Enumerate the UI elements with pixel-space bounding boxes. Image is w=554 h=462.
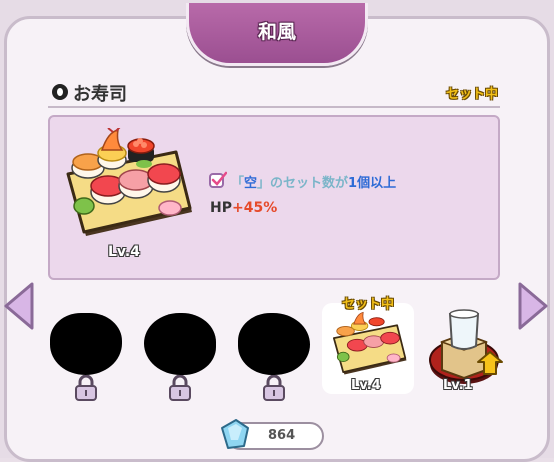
- condition-key: 空: [244, 176, 258, 191]
- arrow-right-icon[interactable]: [516, 282, 550, 330]
- screen: 和風 お寿司 セット中 Lv.4 「空」のセット数が1個以上 HP+45% セッ…: [0, 0, 554, 462]
- arrow-left-icon[interactable]: [2, 282, 36, 330]
- title-tab: 和風: [186, 3, 368, 66]
- bonus-value: +45%: [231, 200, 278, 216]
- active-set-label: セット中: [341, 297, 394, 312]
- bonus-label: HP: [210, 200, 232, 216]
- locked-item-slot[interactable]: [232, 303, 318, 401]
- condition-mid: 」のセット数が: [257, 176, 349, 191]
- gem-count: 864: [268, 428, 296, 443]
- lock-icon: [75, 375, 97, 401]
- silhouette: [238, 313, 310, 375]
- condition-open: 「: [231, 176, 245, 191]
- gem-icon: [221, 419, 249, 449]
- silhouette: [50, 313, 122, 375]
- section-title: お寿司: [73, 84, 127, 105]
- sushi-platter-icon: [66, 128, 192, 236]
- available-item-level: Lv.1: [443, 378, 473, 393]
- condition-count: 1個以上: [348, 176, 397, 191]
- locked-item-slot[interactable]: [138, 303, 224, 401]
- sushi-platter-small-icon: [332, 311, 407, 375]
- set-condition: 「空」のセット数が1個以上: [231, 172, 396, 191]
- active-item-level: Lv.4: [351, 378, 381, 393]
- set-status-badge: セット中: [445, 87, 498, 102]
- page-title: 和風: [257, 21, 296, 43]
- silhouette: [144, 313, 216, 375]
- check-icon: [209, 171, 227, 188]
- lock-icon: [169, 375, 191, 401]
- item-level: Lv.4: [108, 244, 140, 260]
- section-divider: [48, 106, 500, 108]
- locked-item-slot[interactable]: [44, 303, 130, 401]
- lock-icon: [263, 375, 285, 401]
- category-icon: [52, 84, 68, 100]
- bonus-line: HP+45%: [210, 200, 277, 216]
